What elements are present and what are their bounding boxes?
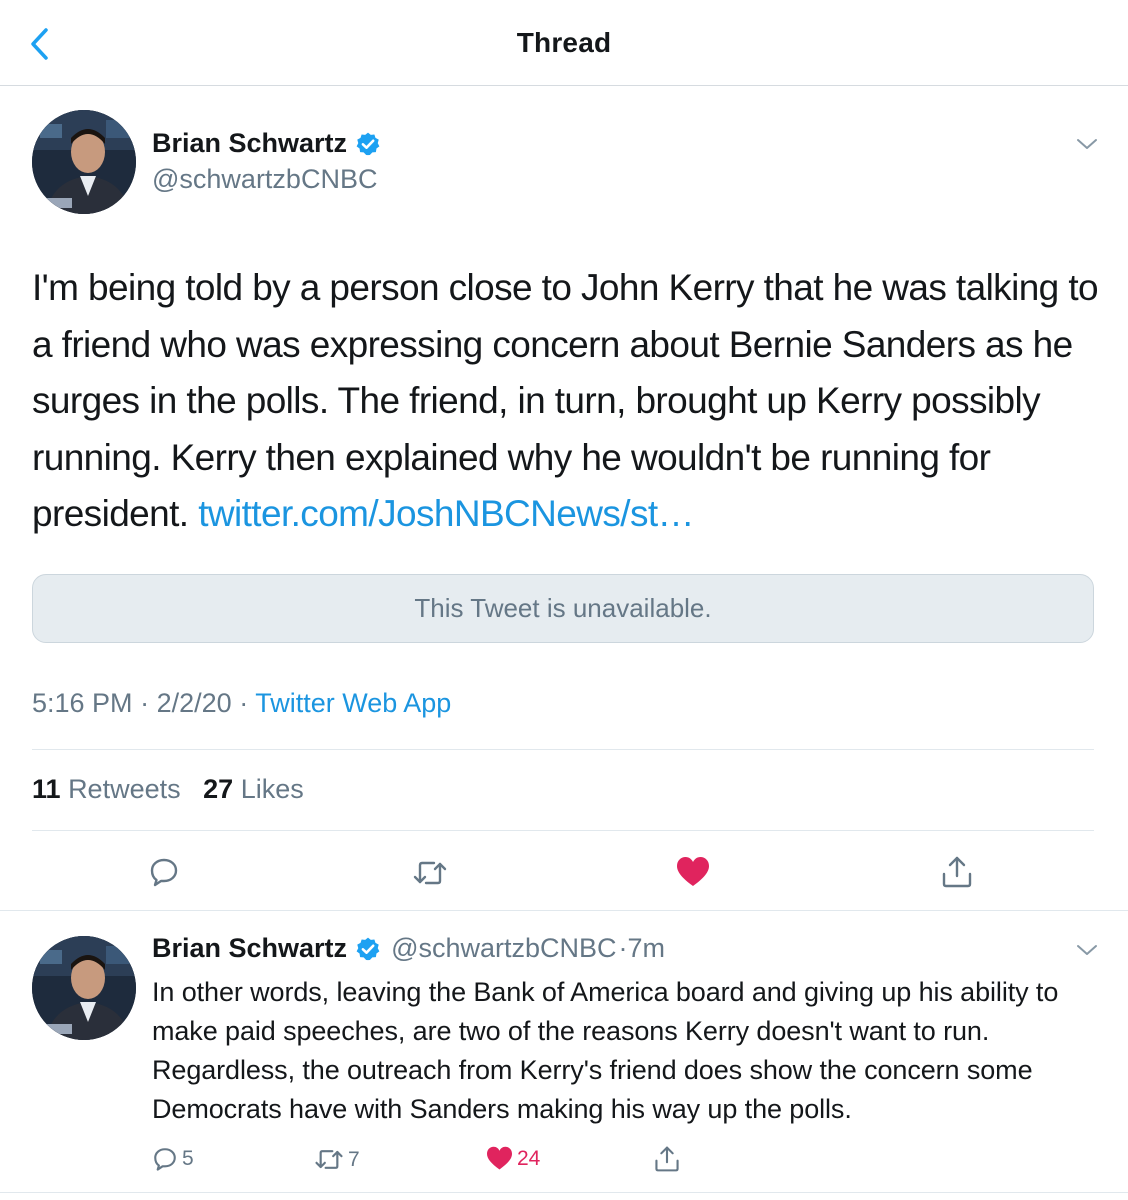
retweet-icon <box>413 861 447 885</box>
likes-label: Likes <box>240 774 304 804</box>
tweet-text: I'm being told by a person close to John… <box>32 260 1102 543</box>
divider <box>0 1192 1128 1193</box>
reply-author-handle[interactable]: @schwartzbCNBC <box>391 933 616 964</box>
tweet-stats: 11 Retweets 27 Likes <box>32 774 304 805</box>
likes-stat[interactable]: 27 Likes <box>203 774 304 804</box>
share-button[interactable] <box>654 1145 680 1173</box>
reply-author-row: Brian Schwartz @schwartzbCNBC ·7m <box>152 933 665 964</box>
separator: · <box>140 688 150 718</box>
divider <box>0 910 1128 911</box>
divider <box>32 830 1094 831</box>
tweet-source-link[interactable]: Twitter Web App <box>255 688 451 718</box>
like-count: 24 <box>517 1146 541 1170</box>
tweet-timestamp: 5:16 PM · 2/2/20 · Twitter Web App <box>32 688 451 719</box>
reply-count: 5 <box>182 1147 194 1170</box>
share-icon <box>655 1146 679 1172</box>
retweet-count: 7 <box>348 1147 360 1171</box>
tweet-link[interactable]: twitter.com/JoshNBCNews/st… <box>198 493 694 534</box>
chevron-down-icon[interactable] <box>1074 937 1100 963</box>
verified-badge-icon <box>356 132 380 155</box>
tweet-time: 5:16 PM <box>32 688 133 718</box>
heart-icon <box>487 1146 512 1170</box>
avatar-photo <box>32 936 136 1040</box>
likes-count: 27 <box>203 774 234 804</box>
author-handle[interactable]: @schwartzbCNBC <box>152 164 377 195</box>
reply-button[interactable] <box>148 856 180 888</box>
retweets-label: Retweets <box>68 774 181 804</box>
share-icon <box>942 856 972 888</box>
heart-icon <box>677 857 709 886</box>
chevron-down-icon[interactable] <box>1074 131 1100 157</box>
separator: · <box>239 688 249 718</box>
retweet-button[interactable]: 7 <box>314 1147 360 1172</box>
avatar[interactable] <box>32 110 136 214</box>
like-button[interactable] <box>676 856 710 888</box>
reply-icon <box>154 1148 176 1171</box>
retweet-icon <box>315 1150 343 1169</box>
retweets-stat[interactable]: 11 Retweets <box>32 774 181 804</box>
retweets-count: 11 <box>32 774 61 804</box>
retweet-button[interactable] <box>412 858 448 888</box>
reply-avatar[interactable] <box>32 936 136 1040</box>
reply-icon <box>150 858 178 887</box>
reply-button[interactable]: 5 <box>152 1146 194 1172</box>
quoted-tweet-unavailable: This Tweet is unavailable. <box>32 574 1094 643</box>
share-button[interactable] <box>941 855 973 889</box>
top-bar: Thread <box>0 0 1128 86</box>
reply-author-name[interactable]: Brian Schwartz <box>152 933 347 964</box>
tweet-date: 2/2/20 <box>156 688 232 718</box>
like-button[interactable]: 24 <box>486 1146 540 1171</box>
quoted-tweet-message: This Tweet is unavailable. <box>414 593 712 623</box>
verified-badge-icon <box>356 937 380 960</box>
avatar-photo <box>32 110 136 214</box>
author-name[interactable]: Brian Schwartz <box>152 128 381 159</box>
divider <box>32 749 1094 750</box>
author-name-text: Brian Schwartz <box>152 128 348 158</box>
page-title: Thread <box>516 27 612 58</box>
reply-age[interactable]: ·7m <box>619 933 666 964</box>
reply-tweet-text: In other words, leaving the Bank of Amer… <box>152 977 1059 1124</box>
